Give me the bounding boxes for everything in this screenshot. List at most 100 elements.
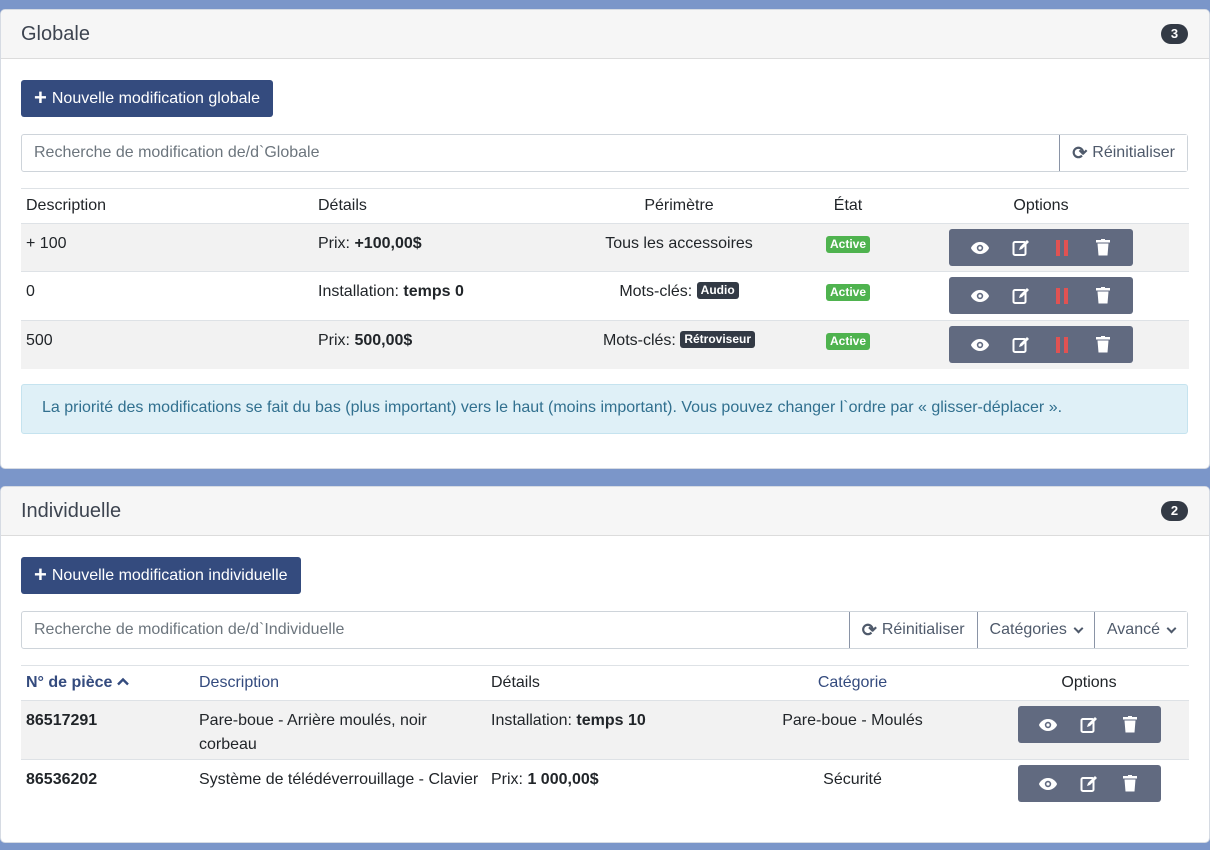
- row-description: Pare-boue - Arrière moulés, noir corbeau: [194, 700, 486, 760]
- chevron-down-icon: [1073, 623, 1084, 633]
- individuelle-search-group: ⟳ Réinitialiser Catégories Avancé: [21, 611, 1188, 649]
- view-button[interactable]: [959, 277, 1000, 314]
- row-part-number: 86517291: [21, 700, 194, 760]
- options-group: [949, 277, 1133, 314]
- individuelle-card: Individuelle 2 + Nouvelle modification i…: [0, 486, 1210, 843]
- row-options: [893, 320, 1189, 369]
- chevron-down-icon: [1166, 623, 1177, 633]
- col-description: Description: [21, 188, 313, 224]
- col-details: Détails: [486, 665, 716, 701]
- col-scope: Périmètre: [555, 188, 803, 224]
- view-button[interactable]: [1028, 765, 1069, 802]
- edit-button[interactable]: [1000, 326, 1041, 363]
- categories-label: Catégories: [989, 621, 1067, 638]
- pause-button[interactable]: [1041, 229, 1082, 266]
- row-details: Installation: temps 0: [313, 271, 555, 321]
- row-part-number: 86536202: [21, 759, 194, 810]
- globale-count-badge: 3: [1161, 24, 1188, 44]
- new-global-modification-button[interactable]: + Nouvelle modification globale: [21, 80, 273, 117]
- col-description[interactable]: Description: [194, 665, 486, 701]
- col-category[interactable]: Catégorie: [716, 665, 989, 701]
- keyword-tag: Rétroviseur: [680, 331, 756, 348]
- individuelle-search-input[interactable]: [22, 612, 849, 648]
- row-details: Prix: +100,00$: [313, 223, 555, 272]
- individuelle-title: Individuelle: [21, 500, 122, 522]
- delete-button[interactable]: [1082, 326, 1123, 363]
- individuelle-table: N° de pièce Description Détails Catégori…: [21, 665, 1189, 810]
- trash-icon: [1095, 239, 1110, 256]
- eye-icon: [970, 338, 989, 351]
- individuelle-count-badge: 2: [1161, 501, 1188, 521]
- row-options: [989, 759, 1189, 810]
- pause-button[interactable]: [1041, 326, 1082, 363]
- col-part-number[interactable]: N° de pièce: [21, 665, 194, 701]
- row-state: Active: [803, 320, 893, 369]
- row-options: [893, 223, 1189, 272]
- row-details: Prix: 1 000,00$: [486, 759, 716, 810]
- row-description: 0: [21, 271, 313, 321]
- edit-button[interactable]: [1069, 765, 1110, 802]
- table-row[interactable]: + 100 Prix: +100,00$ Tous les accessoire…: [21, 223, 1189, 272]
- table-row[interactable]: 86536202 Système de télédéverrouillage -…: [21, 759, 1189, 810]
- edit-icon: [1080, 716, 1097, 733]
- delete-button[interactable]: [1110, 706, 1151, 743]
- status-badge: Active: [825, 284, 871, 301]
- advanced-dropdown-button[interactable]: Avancé: [1093, 612, 1187, 648]
- delete-button[interactable]: [1082, 229, 1123, 266]
- eye-icon: [1039, 777, 1057, 790]
- col-options: Options: [989, 665, 1189, 701]
- individuelle-reset-label: Réinitialiser: [881, 621, 965, 638]
- pause-icon: [1055, 239, 1068, 256]
- edit-icon: [1012, 239, 1029, 256]
- row-state: Active: [803, 271, 893, 321]
- status-badge: Active: [825, 236, 871, 253]
- globale-table: Description Détails Périmètre État Optio…: [21, 188, 1189, 369]
- individuelle-header: Individuelle 2: [1, 487, 1209, 536]
- pause-icon: [1055, 336, 1068, 353]
- options-group: [1017, 706, 1161, 743]
- delete-button[interactable]: [1110, 765, 1151, 802]
- globale-title: Globale: [21, 23, 90, 45]
- refresh-icon: ⟳: [861, 619, 877, 640]
- edit-button[interactable]: [1000, 229, 1041, 266]
- new-global-modification-label: Nouvelle modification globale: [51, 89, 260, 107]
- row-state: Active: [803, 223, 893, 272]
- delete-button[interactable]: [1082, 277, 1123, 314]
- globale-search-input[interactable]: [22, 135, 1060, 171]
- refresh-icon: ⟳: [1072, 142, 1088, 163]
- globale-card: Globale 3 + Nouvelle modification global…: [0, 9, 1210, 469]
- trash-icon: [1095, 336, 1110, 353]
- eye-icon: [970, 241, 989, 254]
- trash-icon: [1095, 287, 1110, 304]
- keyword-tag: Audio: [696, 282, 739, 299]
- table-row[interactable]: 500 Prix: 500,00$ Mots-clés: Rétroviseur…: [21, 320, 1189, 369]
- row-scope: Mots-clés: Audio: [555, 271, 803, 321]
- row-description: Système de télédéverrouillage - Clavier: [194, 759, 486, 810]
- view-button[interactable]: [959, 326, 1000, 363]
- status-badge: Active: [825, 333, 871, 350]
- pause-button[interactable]: [1041, 277, 1082, 314]
- table-row[interactable]: 86517291 Pare-boue - Arrière moulés, noi…: [21, 700, 1189, 760]
- row-category: Sécurité: [716, 759, 989, 810]
- individuelle-reset-button[interactable]: ⟳ Réinitialiser: [848, 612, 977, 648]
- options-group: [949, 229, 1133, 266]
- globale-reset-button[interactable]: ⟳ Réinitialiser: [1059, 135, 1187, 171]
- advanced-label: Avancé: [1106, 621, 1160, 638]
- new-individual-modification-button[interactable]: + Nouvelle modification individuelle: [21, 557, 301, 594]
- row-scope: Tous les accessoires: [555, 223, 803, 272]
- view-button[interactable]: [1028, 706, 1069, 743]
- categories-dropdown-button[interactable]: Catégories: [976, 612, 1094, 648]
- edit-button[interactable]: [1000, 277, 1041, 314]
- eye-icon: [970, 289, 989, 302]
- globale-search-group: ⟳ Réinitialiser: [21, 134, 1188, 172]
- edit-icon: [1012, 287, 1029, 304]
- new-individual-modification-label: Nouvelle modification individuelle: [51, 566, 288, 584]
- edit-button[interactable]: [1069, 706, 1110, 743]
- chevron-up-icon: [117, 677, 129, 686]
- row-category: Pare-boue - Moulés: [716, 700, 989, 760]
- trash-icon: [1123, 775, 1137, 792]
- table-row[interactable]: 0 Installation: temps 0 Mots-clés: Audio…: [21, 271, 1189, 321]
- row-options: [989, 700, 1189, 760]
- trash-icon: [1123, 716, 1137, 733]
- view-button[interactable]: [959, 229, 1000, 266]
